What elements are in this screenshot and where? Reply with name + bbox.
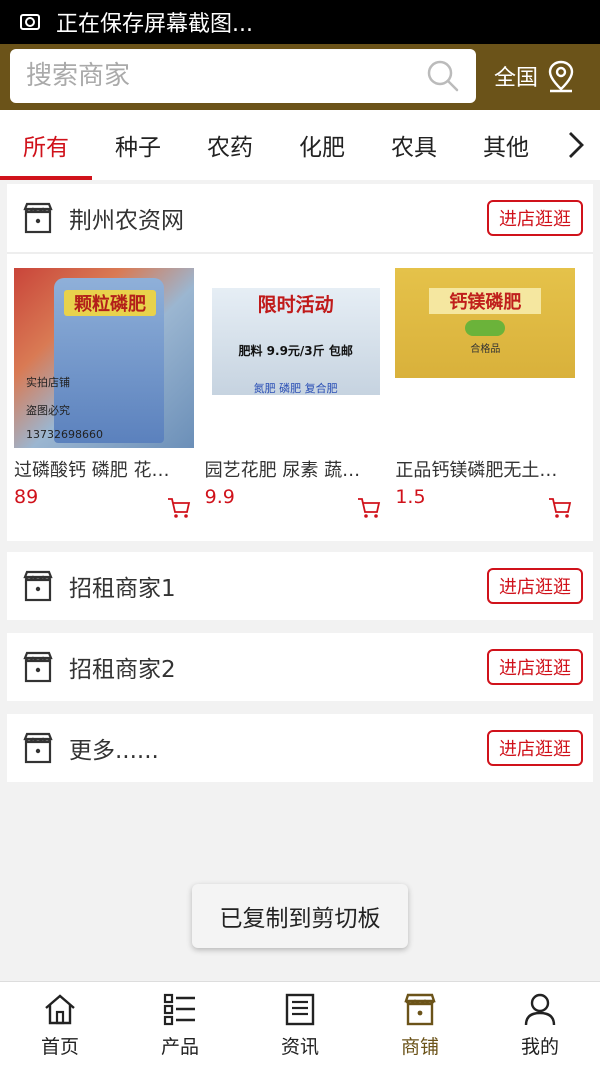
enter-shop-button[interactable]: 进店逛逛: [487, 200, 583, 236]
search-box[interactable]: [10, 49, 476, 103]
product-image[interactable]: 限时活动 肥料 9.9元/3斤 包邮 氮肥 磷肥 复合肥: [204, 268, 385, 448]
nav-products-label: 产品: [160, 1035, 199, 1058]
shop-icon: [23, 570, 53, 602]
shop-card: 招租商家1 进店逛逛: [7, 552, 593, 620]
product-image-title: 限时活动: [257, 294, 334, 316]
tab-other[interactable]: 其他: [460, 110, 552, 180]
home-icon: [45, 993, 75, 1024]
shop-card: 荆州农资网 进店逛逛 颗粒磷肥 实拍店铺 盗图必究 13732698660 过磷…: [7, 184, 593, 541]
tab-seeds[interactable]: 种子: [92, 110, 184, 180]
product-image-caption: 合格品: [470, 344, 501, 355]
category-tabs: 所有 种子 农药 化肥 农具 其他: [0, 110, 600, 180]
shop-icon: [23, 732, 53, 764]
product-name: 正品钙镁磷肥无土栽培: [395, 460, 568, 481]
status-bar: 正在保存屏幕截图...: [0, 0, 600, 44]
product-name: 园艺花肥 尿素 蔬菜肥料: [204, 460, 377, 481]
search-input[interactable]: [26, 61, 426, 91]
shop-header[interactable]: 荆州农资网 进店逛逛: [7, 184, 593, 252]
status-text: 正在保存屏幕截图...: [56, 12, 253, 37]
more-shops-label: 更多......: [69, 738, 159, 764]
nav-home-label: 首页: [40, 1035, 79, 1058]
shop-header[interactable]: 更多...... 进店逛逛: [7, 714, 593, 782]
nav-shops-label: 商铺: [400, 1035, 439, 1058]
enter-shop-button[interactable]: 进店逛逛: [487, 649, 583, 685]
location-icon: [548, 60, 574, 93]
shop-name: 招租商家2: [69, 657, 176, 683]
product-item[interactable]: 钙镁磷肥 合格品 正品钙镁磷肥无土栽培 1.5: [395, 268, 586, 539]
product-image[interactable]: 钙镁磷肥 合格品: [395, 268, 576, 448]
cart-icon[interactable]: [548, 497, 572, 519]
region-label: 全国: [494, 66, 539, 91]
product-image-caption: 13732698660: [26, 428, 103, 441]
tab-tools[interactable]: 农具: [368, 110, 460, 180]
header: 全国: [0, 44, 600, 110]
shop-header[interactable]: 招租商家1 进店逛逛: [7, 552, 593, 620]
product-image[interactable]: 颗粒磷肥 实拍店铺 盗图必究 13732698660: [14, 268, 194, 448]
product-image-caption: 盗图必究: [26, 404, 70, 417]
product-image-logo: [465, 320, 506, 336]
shop-icon: [23, 202, 53, 234]
list-icon: [163, 993, 195, 1025]
search-icon[interactable]: [426, 59, 460, 93]
region-selector[interactable]: 全国: [494, 56, 576, 96]
product-image-title: 钙镁磷肥: [429, 288, 542, 314]
tab-pesticide[interactable]: 农药: [184, 110, 276, 180]
product-image-caption: 氮肥 磷肥 复合肥: [253, 382, 338, 395]
enter-shop-button[interactable]: 进店逛逛: [487, 568, 583, 604]
shop-name: 招租商家1: [69, 576, 176, 602]
user-icon: [524, 993, 556, 1025]
shop-header[interactable]: 招租商家2 进店逛逛: [7, 633, 593, 701]
copied-toast: 已复制到剪切板: [192, 884, 408, 948]
product-item[interactable]: 颗粒磷肥 实拍店铺 盗图必究 13732698660 过磷酸钙 磷肥 花卉专用 …: [14, 268, 205, 539]
nav-mine[interactable]: 我的: [480, 982, 600, 1067]
nav-shops[interactable]: 商铺: [360, 982, 480, 1067]
shop-card: 招租商家2 进店逛逛: [7, 633, 593, 701]
shop-card: 更多...... 进店逛逛: [7, 714, 593, 782]
nav-news-label: 资讯: [280, 1035, 319, 1058]
nav-products[interactable]: 产品: [120, 982, 240, 1067]
product-name: 过磷酸钙 磷肥 花卉专用: [14, 460, 186, 481]
chevron-right-icon[interactable]: [564, 130, 588, 160]
bottom-nav: 首页 产品 资讯 商铺 我的: [0, 981, 600, 1067]
product-image-caption: 实拍店铺: [26, 376, 70, 389]
product-image-title: 颗粒磷肥: [64, 290, 156, 316]
screenshot-icon: [18, 10, 42, 34]
shop-icon: [23, 651, 53, 683]
tab-fertilizer[interactable]: 化肥: [276, 110, 368, 180]
cart-icon[interactable]: [357, 497, 381, 519]
product-image-caption: 肥料 9.9元/3斤 包邮: [238, 344, 353, 358]
nav-mine-label: 我的: [520, 1035, 559, 1058]
enter-shop-button[interactable]: 进店逛逛: [487, 730, 583, 766]
shop-icon: [404, 993, 436, 1025]
cart-icon[interactable]: [167, 497, 191, 519]
product-list: 颗粒磷肥 实拍店铺 盗图必究 13732698660 过磷酸钙 磷肥 花卉专用 …: [7, 254, 593, 539]
news-icon: [285, 993, 315, 1025]
nav-news[interactable]: 资讯: [240, 982, 360, 1067]
product-item[interactable]: 限时活动 肥料 9.9元/3斤 包邮 氮肥 磷肥 复合肥 园艺花肥 尿素 蔬菜肥…: [204, 268, 396, 539]
nav-home[interactable]: 首页: [0, 982, 120, 1067]
tab-all[interactable]: 所有: [0, 110, 92, 180]
shop-name: 荆州农资网: [69, 208, 184, 234]
